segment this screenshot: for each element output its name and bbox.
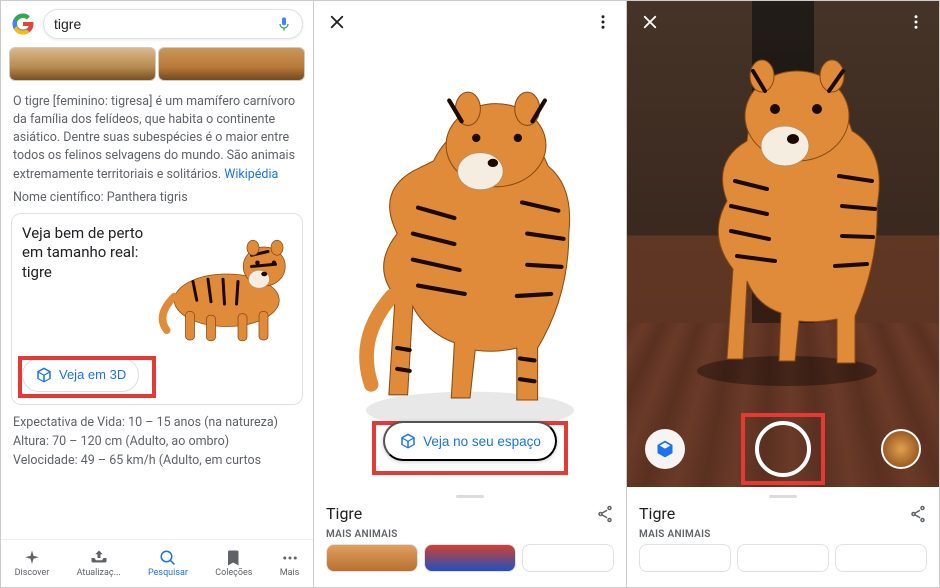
fact-scientific: Nome científico: Panthera tigris <box>1 188 313 207</box>
spark-icon <box>23 549 41 567</box>
nav-more[interactable]: Mais <box>280 549 300 578</box>
nav-label: Pesquisar <box>148 568 188 578</box>
search-input-container[interactable] <box>43 9 303 39</box>
animal-cards <box>326 544 614 572</box>
nav-label: Discover <box>15 568 50 578</box>
image-thumbs <box>1 47 313 87</box>
animal-card[interactable] <box>737 544 829 572</box>
close-icon <box>641 13 659 31</box>
thumb-2[interactable] <box>158 47 305 81</box>
tiger-3d-illustration <box>148 224 298 354</box>
google-logo-icon <box>11 12 35 36</box>
ar-topbar <box>627 1 939 43</box>
close-button[interactable] <box>639 11 661 33</box>
animal-card[interactable] <box>639 544 731 572</box>
fact-height: Altura: 70 – 120 cm (Adulto, ao ombro) <box>1 432 313 451</box>
highlight-box <box>18 356 156 398</box>
animal-card[interactable] <box>326 544 418 572</box>
sheet-handle[interactable] <box>769 495 797 498</box>
nav-updates[interactable]: Atualizaç... <box>77 549 121 578</box>
sheet-title: Tigre <box>639 504 675 523</box>
fact-label: Velocidade: <box>13 453 78 468</box>
close-icon <box>328 13 346 31</box>
fact-life: Expectativa de Vida: 10 – 15 anos (na na… <box>1 413 313 432</box>
panel-search: O tigre [feminino: tigresa] é um mamífer… <box>1 1 314 587</box>
thumb-1[interactable] <box>9 47 156 81</box>
shutter-button[interactable] <box>755 421 811 477</box>
card3d-title: Veja bem de perto em tamanho real: tigre <box>22 224 152 283</box>
view-in-space-label: Veja no seu espaço <box>423 434 541 449</box>
close-button[interactable] <box>326 11 348 33</box>
more-animals-label: MAIS ANIMAIS <box>326 529 614 540</box>
view-3d-card: Veja bem de perto em tamanho real: tigre <box>11 213 303 405</box>
sheet-handle[interactable] <box>456 495 484 498</box>
search-icon <box>159 549 177 567</box>
bottom-nav: Discover Atualizaç... Pesquisar Coleções… <box>1 539 313 587</box>
cube-icon <box>655 439 675 459</box>
result-description: O tigre [feminino: tigresa] é um mamífer… <box>1 87 313 188</box>
mic-icon[interactable] <box>276 16 292 32</box>
fact-label: Nome científico: <box>13 190 104 205</box>
sheet-title: Tigre <box>326 504 362 523</box>
more-animals-label: MAIS ANIMAIS <box>639 529 927 540</box>
fact-value: 10 – 15 anos (na natureza) <box>128 415 278 430</box>
animal-card[interactable] <box>424 544 516 572</box>
view-in-space-button[interactable]: Veja no seu espaço <box>383 421 557 461</box>
panel-3d-viewer: Veja no seu espaço Tigre MAIS ANIMAIS <box>314 1 627 587</box>
more-button[interactable] <box>905 11 927 33</box>
nav-search[interactable]: Pesquisar <box>148 549 188 578</box>
more-icon <box>281 549 299 567</box>
bottom-sheet[interactable]: Tigre MAIS ANIMAIS <box>627 487 939 587</box>
more-vertical-icon <box>907 13 925 31</box>
more-button[interactable] <box>592 11 614 33</box>
bottom-sheet[interactable]: Tigre MAIS ANIMAIS <box>314 487 626 587</box>
nav-label: Coleções <box>215 568 252 578</box>
tiger-3d-model <box>314 1 626 487</box>
fact-value: 70 – 120 cm (Adulto, ao ombro) <box>52 434 229 449</box>
wikipedia-link[interactable]: Wikipédia <box>224 167 278 182</box>
tray-icon <box>90 549 108 567</box>
search-bar <box>1 1 313 47</box>
ar-tiger <box>657 21 917 401</box>
fact-value: Panthera tigris <box>107 190 188 205</box>
animal-card[interactable] <box>522 544 614 572</box>
cube-icon <box>399 432 417 450</box>
nav-label: Mais <box>280 568 300 578</box>
toggle-3d-button[interactable] <box>645 429 685 469</box>
fact-label: Altura: <box>13 434 49 449</box>
fact-label: Expectativa de Vida: <box>13 415 125 430</box>
more-vertical-icon <box>594 13 612 31</box>
viewer-topbar <box>314 1 626 43</box>
fact-value: 49 – 65 km/h (Adulto, em curtos <box>81 453 261 468</box>
nav-discover[interactable]: Discover <box>15 549 50 578</box>
share-icon[interactable] <box>596 505 614 523</box>
fact-speed: Velocidade: 49 – 65 km/h (Adulto, em cur… <box>1 451 313 470</box>
search-input[interactable] <box>54 16 276 32</box>
bookmark-icon <box>225 549 243 567</box>
animal-card[interactable] <box>835 544 927 572</box>
thumbnail-preview[interactable] <box>881 429 921 469</box>
share-icon[interactable] <box>909 505 927 523</box>
animal-cards <box>639 544 927 572</box>
nav-label: Atualizaç... <box>77 568 121 578</box>
nav-collections[interactable]: Coleções <box>215 549 252 578</box>
panel-ar-camera: Tigre MAIS ANIMAIS <box>627 1 939 587</box>
3d-viewer-canvas[interactable] <box>314 1 626 487</box>
